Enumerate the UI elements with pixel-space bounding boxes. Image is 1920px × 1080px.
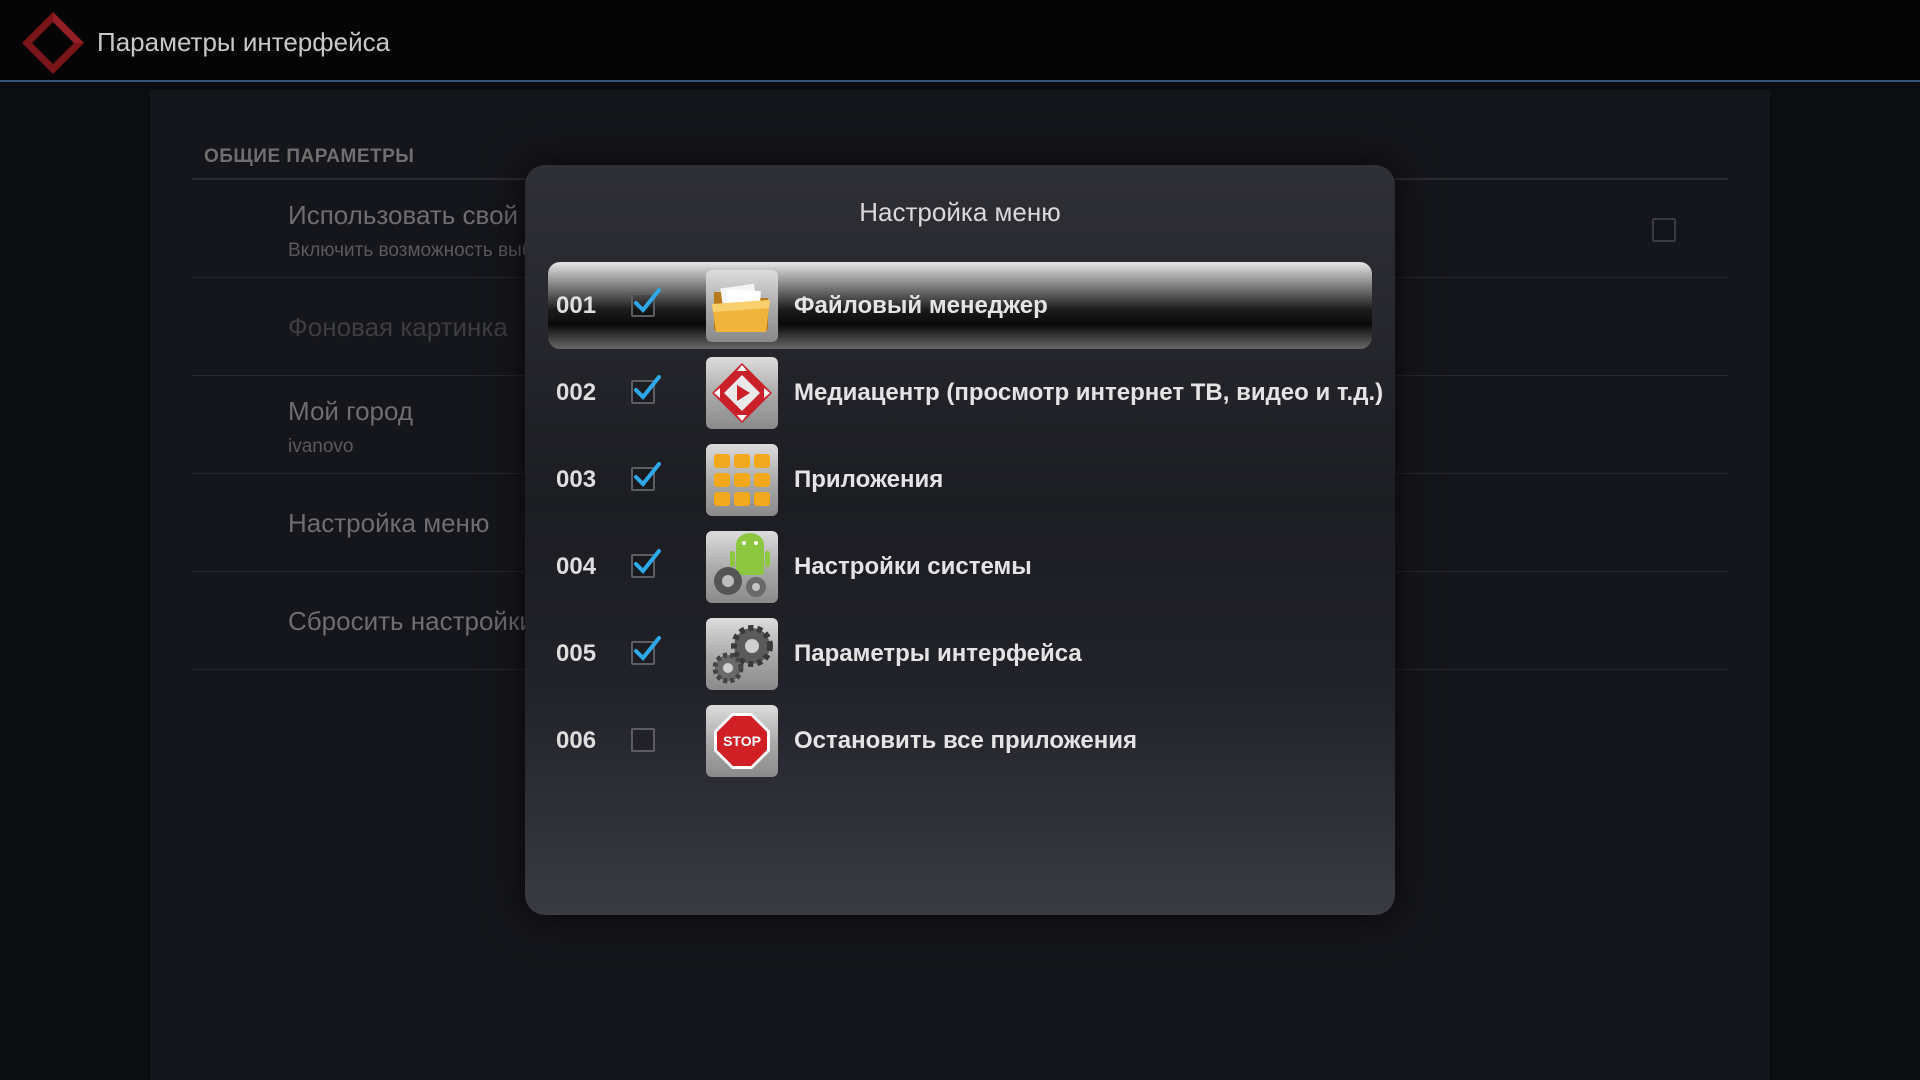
- pref-title: Настройка меню: [288, 508, 490, 538]
- apps-grid-icon: [706, 444, 778, 516]
- item-label: Приложения: [794, 466, 944, 493]
- item-label: Файловый менеджер: [794, 292, 1048, 319]
- item-checkbox[interactable]: [631, 375, 661, 404]
- item-number: 003: [556, 466, 597, 493]
- menu-item-interface-params[interactable]: 005 Параметры интерфейса: [548, 610, 1372, 697]
- item-number: 002: [556, 379, 597, 406]
- menu-settings-dialog: Настройка меню 001 Файловый менеджер 002…: [525, 165, 1395, 915]
- item-checkbox[interactable]: [631, 549, 661, 578]
- android-settings-icon: [706, 531, 778, 603]
- item-label: Остановить все приложения: [794, 727, 1137, 754]
- folder-icon: [706, 270, 778, 342]
- item-number: 005: [556, 640, 597, 667]
- pref-title: Мой город: [288, 396, 414, 426]
- pref-title: Фоновая картинка: [288, 312, 508, 342]
- menu-item-applications[interactable]: 003 Приложения: [548, 436, 1372, 523]
- item-checkbox[interactable]: [631, 462, 661, 491]
- item-label: Настройки системы: [794, 553, 1032, 580]
- item-checkbox[interactable]: [631, 288, 661, 317]
- red-diamond-logo-icon[interactable]: [18, 8, 88, 78]
- action-bar: Параметры интерфейса: [0, 0, 1920, 82]
- menu-items-list: 001 Файловый менеджер 002 Медиацентр (пр…: [548, 262, 1383, 784]
- dialog-title: Настройка меню: [859, 197, 1061, 227]
- item-label: Параметры интерфейса: [794, 640, 1082, 667]
- checkmark-icon: [634, 375, 661, 400]
- checkmark-icon: [634, 636, 661, 661]
- item-number: 004: [556, 553, 597, 580]
- checkmark-icon: [634, 462, 661, 487]
- section-header: ОБЩИЕ ПАРАМЕТРЫ: [204, 146, 415, 167]
- pref-checkbox[interactable]: [1652, 218, 1676, 242]
- menu-item-mediacenter[interactable]: 002 Медиацентр (просмотр интернет ТВ, ви…: [548, 349, 1383, 436]
- stop-sign-icon: STOP: [706, 705, 778, 777]
- app-title: Параметры интерфейса: [97, 27, 391, 57]
- item-number: 001: [556, 292, 597, 319]
- checkmark-icon: [634, 288, 661, 313]
- checkmark-icon: [634, 549, 661, 574]
- item-checkbox[interactable]: [631, 728, 655, 752]
- menu-item-file-manager[interactable]: 001 Файловый менеджер: [548, 262, 1372, 349]
- gears-icon: [706, 618, 778, 690]
- item-label: Медиацентр (просмотр интернет ТВ, видео …: [794, 379, 1384, 406]
- mediacenter-icon: [706, 357, 778, 429]
- pref-summary: ivanovo: [288, 436, 354, 457]
- stop-sign-text: STOP: [723, 733, 761, 749]
- menu-item-system-settings[interactable]: 004 Настройки системы: [548, 523, 1372, 610]
- item-checkbox[interactable]: [631, 636, 661, 665]
- menu-item-stop-all-apps[interactable]: 006 STOP Остановить все приложения: [548, 697, 1372, 784]
- item-number: 006: [556, 727, 597, 754]
